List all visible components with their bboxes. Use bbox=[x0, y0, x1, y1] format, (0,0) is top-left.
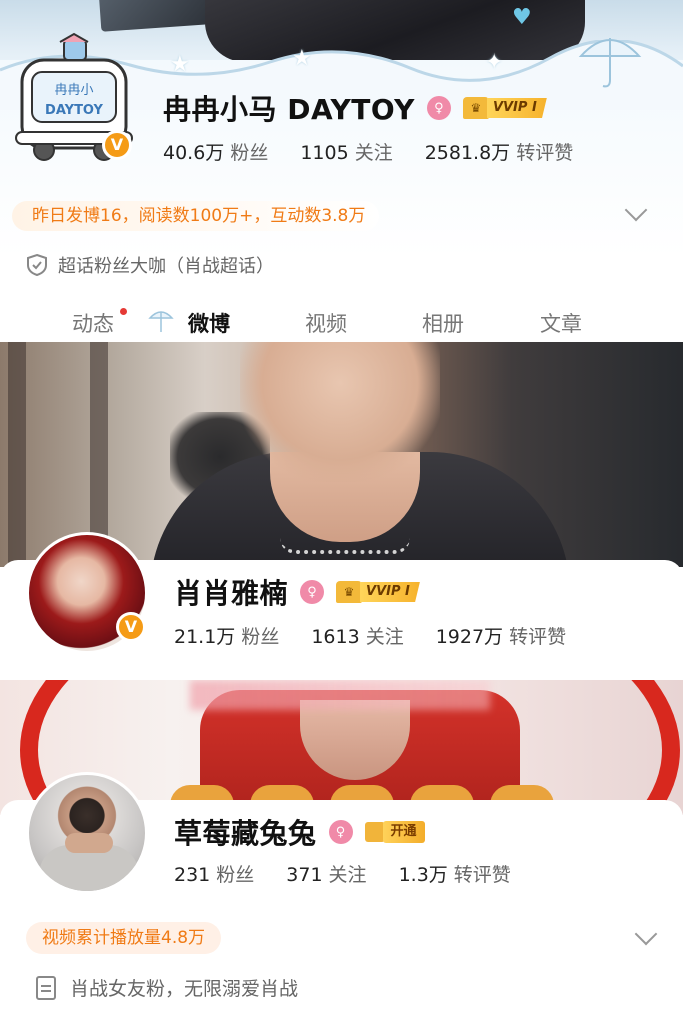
svg-text:冉冉小: 冉冉小 bbox=[54, 83, 93, 98]
banner-detail bbox=[280, 538, 410, 554]
verified-v-icon: V bbox=[116, 612, 146, 642]
likes-stat[interactable]: 1927万 转评赞 bbox=[436, 622, 566, 649]
profile-stats: 21.1万 粉丝 1613 关注 1927万 转评赞 bbox=[174, 622, 598, 649]
tab-album[interactable]: 相册 bbox=[422, 308, 464, 338]
document-icon bbox=[36, 975, 56, 1000]
star-deco-icon: ★ bbox=[170, 52, 190, 77]
open-vip-label: 开通 bbox=[382, 821, 425, 843]
profile-card-1: ♥ ★ ★ ✦ 冉冉小 DAYTOY V 冉冉小马 DAYTOY ♀ ♛ VVI… bbox=[0, 0, 683, 342]
profile-card-2: V 肖肖雅楠 ♀ ♛ VVIP I 21.1万 粉丝 1613 关注 1927万 转评… bbox=[0, 342, 683, 680]
tab-video[interactable]: 视频 bbox=[305, 308, 347, 338]
profile-card-3: 草莓藏兔兔 ♀ 开通 231 粉丝 371 关注 1.3万 转评赞 bbox=[0, 680, 683, 1024]
heart-deco-icon: ♥ bbox=[512, 5, 532, 30]
avatar-detail bbox=[65, 833, 113, 853]
following-stat[interactable]: 371 关注 bbox=[286, 860, 366, 887]
vvip-badge[interactable]: ♛ VVIP I bbox=[462, 96, 547, 120]
female-gender-icon: ♀ bbox=[328, 820, 353, 844]
banner-photo-small bbox=[98, 0, 212, 32]
profile-tabs: 动态 微博 视频 相册 文章 bbox=[0, 300, 683, 342]
activity-notice[interactable]: 昨日发博16，阅读数100万+，互动数3.8万 bbox=[12, 201, 380, 231]
tab-weibo[interactable]: 微博 bbox=[188, 308, 230, 338]
profile-stats: 231 粉丝 371 关注 1.3万 转评赞 bbox=[174, 860, 543, 887]
description-text: 超话粉丝大咖（肖战超话） bbox=[58, 256, 274, 277]
star-deco-icon: ★ bbox=[292, 46, 312, 71]
tab-article[interactable]: 文章 bbox=[540, 308, 582, 338]
crown-icon: ♛ bbox=[336, 581, 363, 603]
description-text: 肖战女友粉，无限溺爱肖战 bbox=[70, 978, 299, 1000]
profile-description: 超话粉丝大咖（肖战超话） bbox=[26, 252, 274, 278]
likes-stat[interactable]: 1.3万 转评赞 bbox=[399, 860, 511, 887]
tab-dongtai[interactable]: 动态 bbox=[72, 308, 114, 338]
crown-icon: ♛ bbox=[462, 97, 489, 119]
likes-stat[interactable]: 2581.8万 转评赞 bbox=[425, 138, 574, 165]
profile-name-row: 冉冉小马 DAYTOY ♀ ♛ VVIP I bbox=[163, 88, 547, 128]
umbrella-deco-icon bbox=[578, 38, 642, 88]
activity-notice[interactable]: 视频累计播放量4.8万 bbox=[26, 922, 222, 954]
umbrella-deco-icon bbox=[148, 311, 174, 332]
female-gender-icon: ♀ bbox=[300, 580, 325, 604]
verified-v-icon: V bbox=[102, 130, 132, 160]
profile-name-row: 肖肖雅楠 ♀ ♛ VVIP I bbox=[174, 572, 420, 612]
star-deco-icon: ✦ bbox=[485, 50, 504, 75]
followers-stat[interactable]: 40.6万 粉丝 bbox=[163, 138, 268, 165]
profile-name[interactable]: 肖肖雅楠 bbox=[174, 572, 288, 612]
profile-stats: 40.6万 粉丝 1105 关注 2581.8万 转评赞 bbox=[163, 138, 605, 165]
followers-stat[interactable]: 21.1万 粉丝 bbox=[174, 622, 279, 649]
open-vip-badge[interactable]: 开通 bbox=[364, 820, 425, 844]
banner-detail bbox=[8, 342, 26, 567]
avatar[interactable] bbox=[26, 772, 148, 894]
banner-detail bbox=[190, 680, 490, 710]
crown-icon bbox=[364, 822, 385, 842]
svg-text:DAYTOY: DAYTOY bbox=[45, 103, 103, 118]
vvip-badge[interactable]: ♛ VVIP I bbox=[336, 580, 420, 604]
profile-name-row: 草莓藏兔兔 ♀ 开通 bbox=[174, 812, 425, 852]
shield-icon bbox=[27, 253, 47, 277]
profile-name[interactable]: 冉冉小马 DAYTOY bbox=[163, 88, 415, 128]
vvip-label: VVIP I bbox=[486, 98, 547, 118]
following-stat[interactable]: 1105 关注 bbox=[300, 138, 392, 165]
banner-detail bbox=[240, 342, 440, 482]
profile-name[interactable]: 草莓藏兔兔 bbox=[174, 812, 317, 852]
profile-description: 肖战女友粉，无限溺爱肖战 bbox=[36, 974, 298, 1001]
followers-stat[interactable]: 231 粉丝 bbox=[174, 860, 254, 887]
female-gender-icon: ♀ bbox=[426, 96, 451, 120]
vvip-label: VVIP I bbox=[360, 582, 420, 602]
following-stat[interactable]: 1613 关注 bbox=[311, 622, 403, 649]
notification-dot bbox=[120, 308, 127, 315]
